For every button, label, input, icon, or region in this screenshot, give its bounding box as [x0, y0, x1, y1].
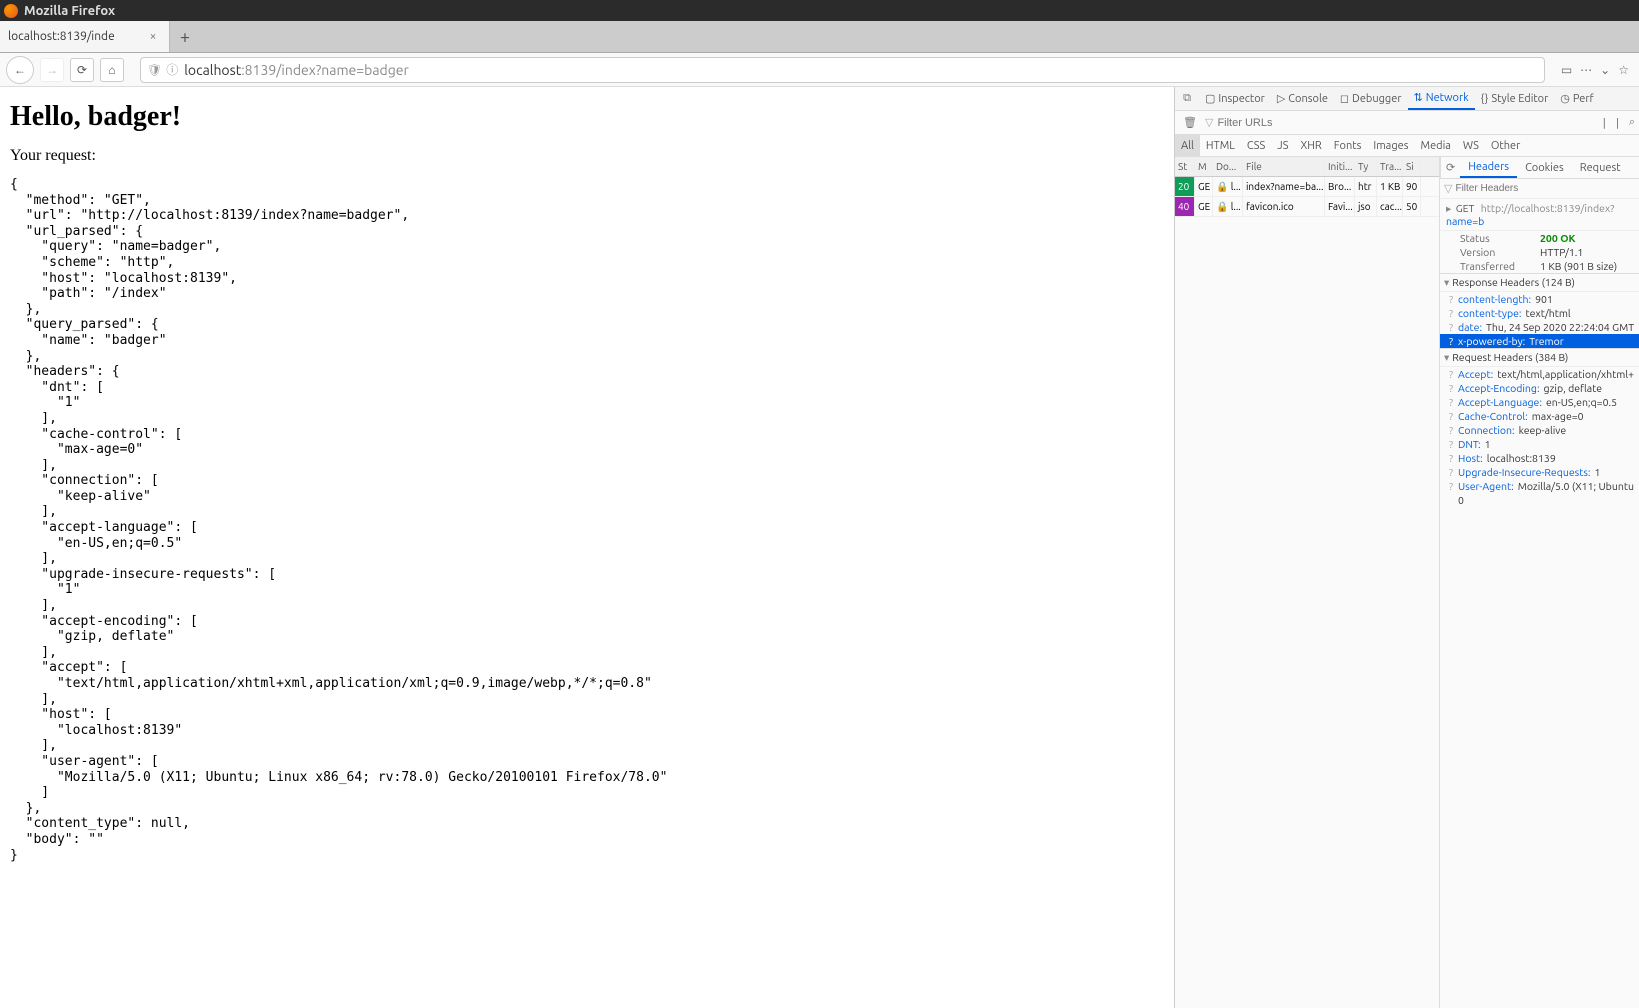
header-row[interactable]: ?Accept-Encoding:gzip, deflate — [1440, 381, 1639, 395]
devtools-dock-icon[interactable]: ⧉ — [1175, 92, 1199, 105]
filter-all[interactable]: All — [1175, 135, 1200, 156]
header-row[interactable]: ?Accept-Language:en-US,en;q=0.5 — [1440, 395, 1639, 409]
throttle-icon[interactable]: | | — [1597, 116, 1625, 129]
forward-button[interactable]: → — [40, 58, 64, 82]
request-headers-section[interactable]: ▾Request Headers (384 B) — [1440, 348, 1639, 367]
header-row: 0 — [1440, 493, 1639, 507]
tab-style-editor[interactable]: {} Style Editor — [1475, 87, 1555, 110]
nav-toolbar: ← → ⟳ ⌂ 🛡 ⓘ localhost:8139/index?name=ba… — [0, 53, 1639, 87]
reload-button[interactable]: ⟳ — [70, 58, 94, 82]
reader-icon[interactable]: ▭ — [1561, 63, 1572, 77]
bookmark-icon[interactable]: ☆ — [1618, 63, 1629, 77]
header-row[interactable]: ?Connection:keep-alive — [1440, 423, 1639, 437]
header-row[interactable]: ?User-Agent:Mozilla/5.0 (X11; Ubuntu — [1440, 479, 1639, 493]
header-row[interactable]: ?Cache-Control:max-age=0 — [1440, 409, 1639, 423]
header-row[interactable]: ?Upgrade-Insecure-Requests:1 — [1440, 465, 1639, 479]
network-toolbar: 🗑 ▽ | | ⌕ — [1175, 111, 1639, 135]
header-row-selected[interactable]: ?x-powered-by:Tremor — [1440, 334, 1639, 348]
request-detail: ⟳ Headers Cookies Request ▽ ▸ GET http:/… — [1440, 157, 1639, 1008]
tab-console[interactable]: ▷ Console — [1271, 87, 1334, 110]
request-columns: St M Do... File Initi... Ty Tra... Si — [1175, 157, 1439, 177]
tab-current[interactable]: localhost:8139/inde × — [0, 21, 170, 52]
page-subheading: Your request: — [10, 147, 1164, 165]
request-row[interactable]: 20 GE 🔒 l... index?name=ba... Bro... htr… — [1175, 177, 1439, 197]
menu-overflow-icon[interactable]: ⋯ — [1580, 63, 1592, 77]
type-filters: All HTML CSS JS XHR Fonts Images Media W… — [1175, 135, 1639, 157]
filter-css[interactable]: CSS — [1241, 135, 1271, 156]
window-titlebar: Mozilla Firefox — [0, 0, 1639, 21]
detail-tab-headers[interactable]: Headers — [1460, 157, 1517, 178]
tab-inspector[interactable]: ▢ Inspector — [1199, 87, 1271, 110]
filter-icon: ▽ — [1444, 182, 1452, 195]
header-row[interactable]: ?content-length:901 — [1440, 292, 1639, 306]
header-row[interactable]: ?content-type:text/html — [1440, 306, 1639, 320]
version-row: VersionHTTP/1.1 — [1440, 245, 1639, 259]
filter-ws[interactable]: WS — [1457, 135, 1485, 156]
header-row[interactable]: ?date:Thu, 24 Sep 2020 22:24:04 GMT — [1440, 320, 1639, 334]
filter-xhr[interactable]: XHR — [1294, 135, 1327, 156]
main-area: Hello, badger! Your request: { "method":… — [0, 87, 1639, 1008]
filter-fonts[interactable]: Fonts — [1328, 135, 1368, 156]
toolbar-right: ▭ ⋯ ⌄ ☆ — [1561, 63, 1633, 77]
filter-js[interactable]: JS — [1271, 135, 1294, 156]
new-tab-button[interactable]: + — [170, 21, 200, 52]
detail-tabs: ⟳ Headers Cookies Request — [1440, 157, 1639, 179]
resend-icon[interactable]: ⟳ — [1440, 157, 1460, 178]
response-headers-section[interactable]: ▾Response Headers (124 B) — [1440, 273, 1639, 292]
clear-icon[interactable]: 🗑 — [1179, 116, 1201, 129]
devtools-panel: ⧉ ▢ Inspector ▷ Console ◻ Debugger ⇅ Net… — [1174, 87, 1639, 1008]
filter-headers-row: ▽ — [1440, 179, 1639, 199]
back-button[interactable]: ← — [6, 56, 34, 84]
tab-performance[interactable]: ◷ Perf — [1554, 87, 1599, 110]
detail-tab-request[interactable]: Request — [1572, 157, 1629, 178]
tab-strip: localhost:8139/inde × + — [0, 21, 1639, 53]
site-info-icon[interactable]: ⓘ — [166, 61, 178, 78]
tab-debugger[interactable]: ◻ Debugger — [1334, 87, 1408, 110]
header-row[interactable]: ?Host:localhost:8139 — [1440, 451, 1639, 465]
url-text: localhost:8139/index?name=badger — [184, 62, 409, 78]
filter-images[interactable]: Images — [1367, 135, 1414, 156]
network-body: St M Do... File Initi... Ty Tra... Si 20… — [1175, 157, 1639, 1008]
request-summary: ▸ GET http://localhost:8139/index?name=b — [1440, 199, 1639, 231]
page-heading: Hello, badger! — [10, 101, 1164, 133]
url-bar[interactable]: 🛡 ⓘ localhost:8139/index?name=badger — [140, 57, 1545, 83]
window-title: Mozilla Firefox — [24, 4, 115, 18]
filter-html[interactable]: HTML — [1200, 135, 1241, 156]
filter-media[interactable]: Media — [1415, 135, 1457, 156]
close-tab-icon[interactable]: × — [145, 29, 161, 45]
filter-urls-input[interactable] — [1217, 117, 1593, 129]
filter-other[interactable]: Other — [1485, 135, 1526, 156]
pocket-icon[interactable]: ⌄ — [1600, 63, 1610, 77]
shield-icon[interactable]: 🛡 — [147, 63, 162, 77]
detail-tab-cookies[interactable]: Cookies — [1517, 157, 1572, 178]
search-icon[interactable]: ⌕ — [1629, 116, 1635, 129]
request-list: St M Do... File Initi... Ty Tra... Si 20… — [1175, 157, 1440, 1008]
status-row: Status200 OK — [1440, 231, 1639, 245]
page-json: { "method": "GET", "url": "http://localh… — [10, 177, 1164, 863]
expand-icon[interactable]: ▸ — [1446, 202, 1451, 214]
filter-icon: ▽ — [1205, 116, 1213, 129]
home-button[interactable]: ⌂ — [100, 58, 124, 82]
page-content: Hello, badger! Your request: { "method":… — [0, 87, 1174, 1008]
firefox-icon — [4, 4, 18, 18]
request-row[interactable]: 40 GE 🔒 l... favicon.ico Favi... jso cac… — [1175, 197, 1439, 217]
header-row[interactable]: ?Accept:text/html,application/xhtml+ — [1440, 367, 1639, 381]
filter-headers-input[interactable] — [1455, 183, 1635, 194]
tab-network[interactable]: ⇅ Network — [1408, 87, 1475, 110]
tab-title: localhost:8139/inde — [8, 30, 145, 43]
header-row[interactable]: ?DNT:1 — [1440, 437, 1639, 451]
transferred-row: Transferred1 KB (901 B size) — [1440, 259, 1639, 273]
devtools-tabs: ⧉ ▢ Inspector ▷ Console ◻ Debugger ⇅ Net… — [1175, 87, 1639, 111]
